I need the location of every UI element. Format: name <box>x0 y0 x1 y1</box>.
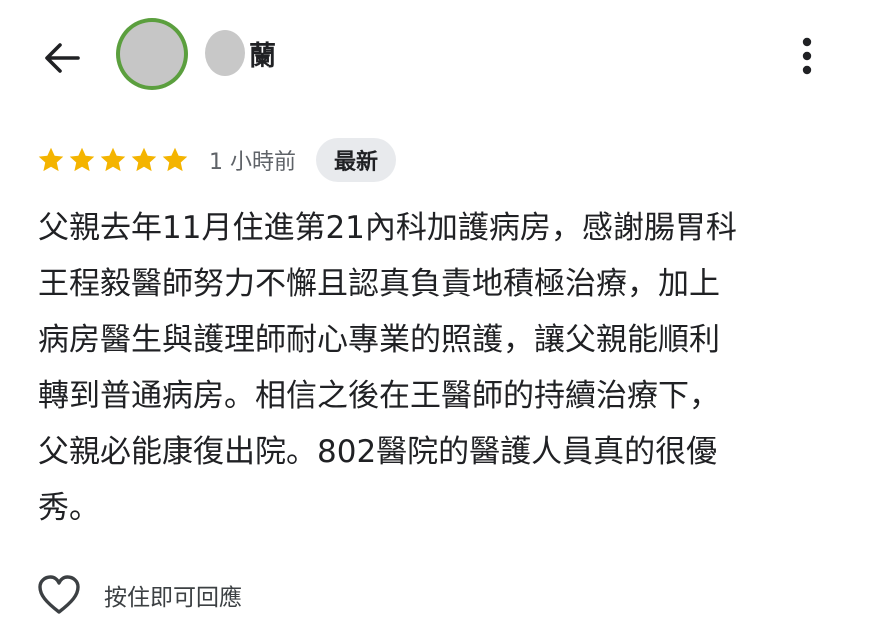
star-icon <box>69 147 95 172</box>
review-header: 蘭 <box>0 0 870 110</box>
star-icon <box>162 147 188 172</box>
avatar[interactable] <box>116 18 188 90</box>
review-text: 父親去年11月住進第21內科加護病房，感謝腸胃科 王程毅醫師努力不懈且認真負責地… <box>38 200 838 536</box>
review-line: 父親去年11月住進第21內科加護病房，感謝腸胃科 <box>38 210 737 246</box>
review-line: 王程毅醫師努力不懈且認真負責地積極治療，加上 <box>38 266 720 302</box>
reviewer-name-text: 蘭 <box>249 40 276 72</box>
name-redaction <box>205 30 245 76</box>
star-icon <box>131 147 157 172</box>
review-line: 秀。 <box>38 490 100 526</box>
reply-hint: 按住即可回應 <box>104 585 242 611</box>
arrow-left-icon <box>45 43 80 73</box>
like-button[interactable] <box>36 572 82 618</box>
star-icon <box>100 147 126 172</box>
review-time: 1 小時前 <box>209 150 296 175</box>
review-line: 轉到普通病房。相信之後在王醫師的持續治療下， <box>38 378 720 414</box>
star-icon <box>38 147 64 172</box>
rating-row: 1 小時前 最新 <box>36 138 397 182</box>
more-options-button[interactable] <box>790 33 824 79</box>
review-line: 病房醫生與護理師耐心專業的照護，讓父親能順利 <box>38 322 720 358</box>
star-rating <box>36 145 191 175</box>
latest-badge[interactable]: 最新 <box>316 138 397 182</box>
back-button[interactable] <box>38 34 86 82</box>
reviewer-name[interactable]: 蘭 <box>205 28 276 78</box>
review-line: 父親必能康復出院。802醫院的醫護人員真的很優 <box>38 434 718 470</box>
reply-row: 按住即可回應 <box>36 570 242 620</box>
avatar-redaction <box>120 22 184 86</box>
heart-outline-icon <box>38 575 80 614</box>
more-vert-icon <box>802 37 812 75</box>
